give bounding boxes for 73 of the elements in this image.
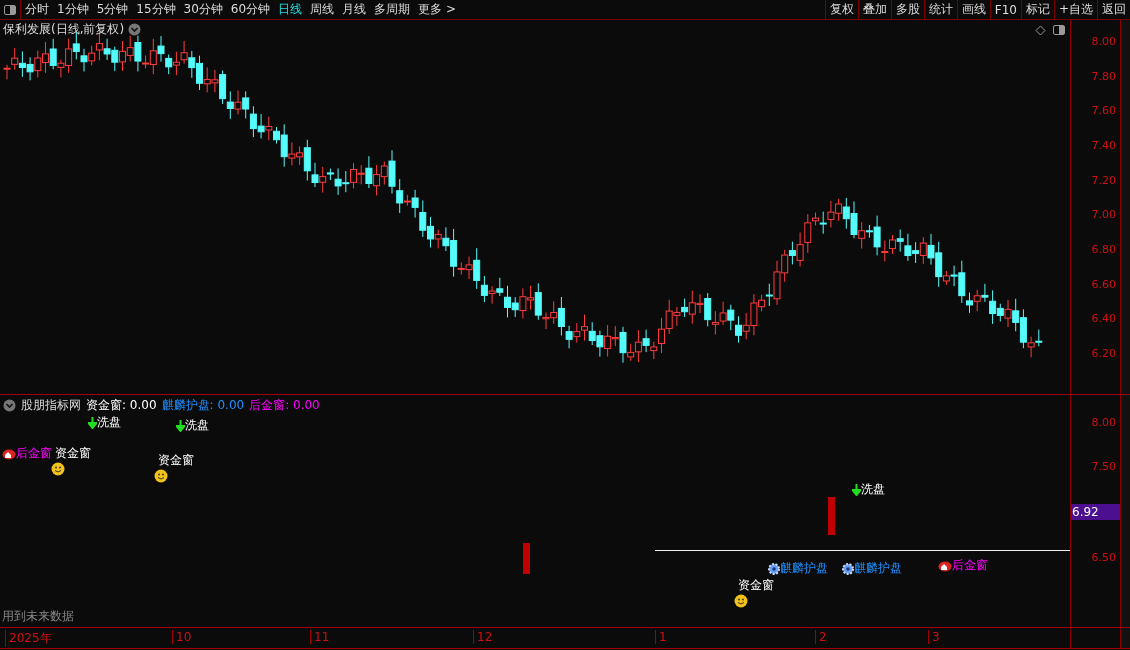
house-icon [2,447,16,460]
marker-label: 后金窗 [952,557,988,574]
marker-label: 洗盘 [185,417,209,434]
period-tab[interactable]: 周线 [306,0,339,19]
panel-toggle-icon[interactable] [1052,24,1066,36]
diamond-icon[interactable] [1035,25,1046,36]
period-tab[interactable]: 更多 > [414,0,460,19]
down-arrow-icon [852,483,861,496]
gear-icon [842,562,854,575]
price-tick: 6.20 [1091,346,1116,360]
period-tab[interactable]: 30分钟 [179,0,227,19]
dropdown-icon[interactable] [128,23,142,36]
toolbar-button[interactable]: 返回 [1097,0,1130,19]
time-label: 10 [172,630,192,644]
price-tick: 7.40 [1091,138,1116,152]
marker-label: 资金窗 [55,445,91,462]
period-tab[interactable]: 多周期 [370,0,415,19]
indicator-tick: 7.50 [1091,460,1116,473]
price-tick: 7.80 [1091,69,1116,83]
period-tab[interactable]: 60分钟 [226,0,275,19]
period-tab[interactable]: 日线 [274,0,307,19]
marker-label: 资金窗 [158,452,194,469]
time-label: 3 [928,630,940,644]
price-tick: 6.60 [1091,277,1116,291]
legend-item: 后金窗: 0.00 [249,397,320,414]
marker-label: 洗盘 [861,481,885,498]
marker-label: 资金窗 [738,577,774,594]
marker-label: 麒麟护盘 [854,560,902,577]
price-tick: 8.00 [1091,35,1116,48]
toolbar-button[interactable]: 标记 [1020,0,1054,19]
toolbar-button[interactable]: 统计 [923,0,957,19]
toolbar-button[interactable]: 多股 [890,0,924,19]
signal-bar [523,543,530,574]
toolbar-button[interactable]: 画线 [956,0,990,19]
smiley-icon [154,469,168,483]
legend-item: 资金窗: 0.00 [86,397,157,414]
time-label: 2 [815,630,827,644]
price-tick: 7.20 [1091,173,1116,187]
period-tab[interactable]: 1分钟 [53,0,93,19]
gear-icon [768,562,780,575]
warning-note: 用到未来数据 [2,608,74,625]
smiley-icon [51,462,65,476]
indicator-tick: 8.00 [1091,416,1116,429]
price-tick: 7.60 [1091,104,1116,118]
toolbar-button[interactable]: 复权 [824,0,858,19]
house-icon [938,559,952,572]
time-label: 12 [473,630,493,644]
period-tab[interactable]: 5分钟 [92,0,133,19]
time-label: 11 [310,630,330,644]
legend-item: 麒麟护盘: 0.00 [161,397,245,414]
smiley-icon [734,594,748,608]
time-label: 1 [655,630,667,644]
toolbar-button[interactable]: 叠加 [857,0,891,19]
indicator-tick: 6.50 [1091,551,1116,564]
period-tab[interactable]: 分时 [21,0,53,19]
period-tab[interactable]: 月线 [338,0,371,19]
marker-label: 后金窗 [16,445,52,462]
period-tab[interactable]: 15分钟 [132,0,180,19]
price-tick: 7.00 [1091,208,1116,222]
toolbar-button[interactable]: +自选 [1053,0,1097,19]
toolbar-button[interactable]: F10 [989,0,1021,19]
price-tick: 6.80 [1091,242,1116,256]
current-price-badge: 6.92 [1071,504,1120,520]
marker-label: 麒麟护盘 [780,560,828,577]
down-arrow-icon [88,416,97,429]
time-label: 2025年 [5,630,52,647]
down-arrow-icon [176,419,185,432]
price-tick: 6.40 [1091,312,1116,326]
dropdown-icon[interactable] [3,399,16,412]
signal-bar [828,497,835,535]
chart-title: 保利发展(日线,前复权) [3,21,125,38]
indicator-name: 股朋指标网 [21,397,81,414]
marker-label: 洗盘 [97,414,121,431]
